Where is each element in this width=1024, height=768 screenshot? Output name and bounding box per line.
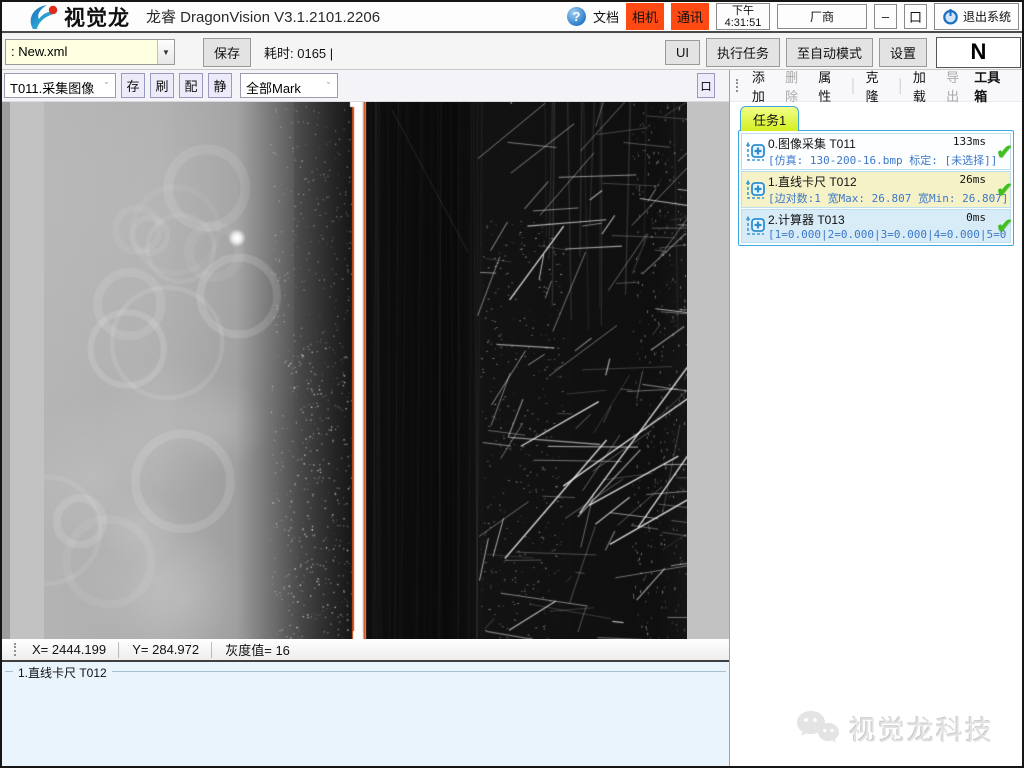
load-task-button[interactable]: 加载 — [913, 67, 936, 105]
task-name: 1.直线卡尺 T012 — [768, 173, 960, 190]
status-bar: X= 2444.199 │ Y= 284.972 │ 灰度值= 16 — [2, 639, 729, 660]
clock-period: 下午 — [732, 5, 754, 17]
store-image-button[interactable]: 存 — [121, 73, 145, 98]
run-task-button[interactable]: 执行任务 — [706, 38, 780, 67]
tool-select-value: T011.采集图像 — [5, 74, 98, 97]
task-pane: 添加 删除 属性 │ 克隆 │ 加载 导出 工具箱 任务1 — [729, 70, 1022, 766]
elapsed-time-label: 耗时: 0165 | — [264, 43, 333, 62]
tool-node-icon — [744, 140, 768, 164]
exit-button[interactable]: 退出系统 — [934, 3, 1019, 30]
recipe-file-value: : New.xml — [6, 40, 157, 64]
result-panel: 1.直线卡尺 T012 — [2, 662, 729, 766]
expand-view-button[interactable]: 口 — [697, 73, 715, 98]
dragonvision-logo-icon — [26, 4, 60, 30]
task-row-image-capture[interactable]: 0.图像采集 T011 133ms [仿真: 130-200-16.bmp 标定… — [741, 133, 1011, 170]
settings-button[interactable]: 设置 — [879, 38, 927, 67]
delete-task-button[interactable]: 删除 — [785, 67, 808, 105]
check-icon: ✔ — [996, 214, 1013, 239]
power-icon — [942, 8, 959, 25]
auto-mode-button[interactable]: 至自动模式 — [786, 38, 873, 67]
task-name: 0.图像采集 T011 — [768, 135, 953, 152]
image-viewport[interactable] — [2, 102, 729, 639]
comm-button[interactable]: 通讯 — [671, 3, 709, 30]
gray-value: 灰度值= 16 — [225, 640, 290, 659]
minimize-button[interactable]: – — [874, 4, 897, 29]
cursor-y-value: Y= 284.972 — [132, 642, 199, 657]
vendor-button[interactable]: 厂商 — [777, 4, 867, 29]
task-toolbar: 添加 删除 属性 │ 克隆 │ 加载 导出 工具箱 — [730, 70, 1022, 102]
tab-task1[interactable]: 任务1 — [740, 106, 799, 131]
grip-icon — [736, 79, 739, 92]
help-icon[interactable]: ? — [567, 7, 586, 26]
watermark: 视觉龙科技 — [795, 708, 994, 748]
refresh-image-button[interactable]: 刷 — [150, 73, 174, 98]
task-detail: [边对数:1 宽Max: 26.807 宽Min: 26.807] — [768, 190, 1008, 206]
tool-node-icon — [744, 178, 768, 202]
viewport-edge-strip — [2, 102, 10, 639]
check-icon: ✔ — [996, 177, 1013, 202]
check-icon: ✔ — [996, 139, 1013, 164]
recipe-file-combo[interactable]: : New.xml ▼ — [5, 39, 175, 65]
app-title: 龙睿 DragonVision V3.1.2101.2206 — [146, 6, 380, 27]
task-properties-button[interactable]: 属性 — [818, 67, 841, 105]
title-bar: 视觉龙 龙睿 DragonVision V3.1.2101.2206 ? 文档 … — [2, 2, 1022, 33]
camera-image[interactable] — [44, 102, 687, 639]
result-panel-title: 1.直线卡尺 T012 — [13, 664, 112, 681]
toolbar-divider: │ — [849, 78, 857, 93]
exit-label: 退出系统 — [963, 8, 1011, 25]
wechat-icon — [795, 708, 841, 748]
main-toolbar: : New.xml ▼ 保存 耗时: 0165 | UI 执行任务 至自动模式 … — [2, 35, 1022, 70]
task-row-line-caliper[interactable]: 1.直线卡尺 T012 26ms [边对数:1 宽Max: 26.807 宽Mi… — [741, 171, 1011, 208]
mark-filter-combo[interactable]: 全部Mark ˇ — [240, 73, 338, 98]
configure-button[interactable]: 配 — [179, 73, 203, 98]
clock-time: 4:31:51 — [725, 17, 762, 29]
doc-button[interactable]: 文档 — [593, 7, 619, 26]
chevron-down-icon[interactable]: ˇ — [320, 74, 337, 97]
task-name: 2.计算器 T013 — [768, 211, 966, 228]
n-indicator-button[interactable]: N — [936, 37, 1021, 68]
grip-icon — [14, 643, 17, 656]
toolbox-button[interactable]: 工具箱 — [974, 67, 1009, 105]
cursor-x-value: X= 2444.199 — [32, 642, 106, 657]
chevron-down-icon[interactable]: ▼ — [157, 40, 174, 64]
status-divider: │ — [208, 642, 216, 657]
task-detail: [1=0.000|2=0.000|3=0.000|4=0.000|5=0.00 — [768, 228, 1008, 241]
tool-select-combo[interactable]: T011.采集图像 ˇ — [4, 73, 116, 98]
toolbar-divider: │ — [897, 78, 905, 93]
clone-task-button[interactable]: 克隆 — [866, 67, 889, 105]
task-row-calculator[interactable]: 2.计算器 T013 0ms [1=0.000|2=0.000|3=0.000|… — [741, 209, 1011, 243]
clock-display: 下午 4:31:51 — [716, 3, 770, 30]
maximize-button[interactable]: 口 — [904, 4, 927, 29]
watermark-text: 视觉龙科技 — [849, 709, 994, 748]
task-detail: [仿真: 130-200-16.bmp 标定: [未选择]] — [768, 152, 1008, 168]
image-toolbar: T011.采集图像 ˇ 存 刷 配 静 全部Mark ˇ 口 — [2, 70, 729, 102]
export-task-button[interactable]: 导出 — [946, 67, 969, 105]
static-button[interactable]: 静 — [208, 73, 232, 98]
tool-node-icon — [744, 214, 768, 238]
groupbox-border — [5, 671, 726, 672]
app-window: 视觉龙 龙睿 DragonVision V3.1.2101.2206 ? 文档 … — [0, 0, 1024, 768]
task-list: 0.图像采集 T011 133ms [仿真: 130-200-16.bmp 标定… — [738, 130, 1014, 246]
mark-filter-value: 全部Mark — [241, 74, 320, 97]
add-task-button[interactable]: 添加 — [752, 67, 775, 105]
camera-button[interactable]: 相机 — [626, 3, 664, 30]
chevron-down-icon[interactable]: ˇ — [98, 74, 115, 97]
status-divider: │ — [115, 642, 123, 657]
save-button[interactable]: 保存 — [203, 38, 251, 67]
brand-name: 视觉龙 — [64, 2, 130, 32]
ui-button[interactable]: UI — [665, 40, 700, 65]
